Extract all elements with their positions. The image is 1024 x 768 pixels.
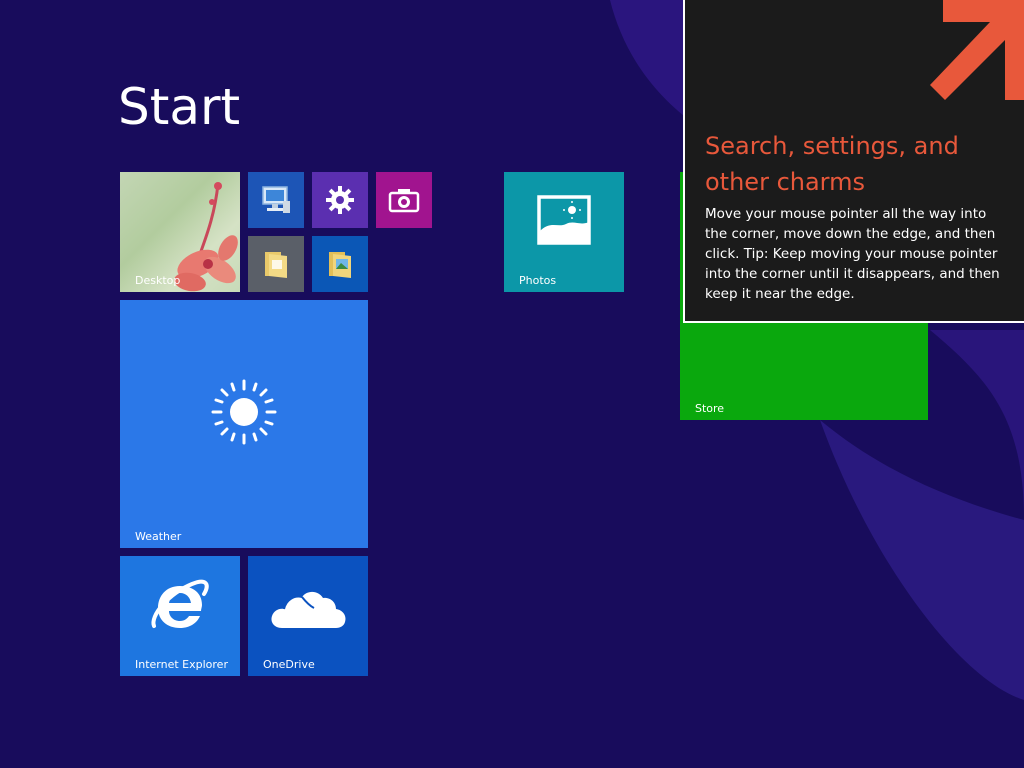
charms-tip-title: Search, settings, and other charms [705, 132, 959, 196]
photos-tile-label: Photos [519, 274, 557, 287]
this-pc-tile[interactable] [248, 172, 304, 228]
camera-icon [388, 189, 420, 213]
onedrive-tile-label: OneDrive [263, 658, 315, 671]
internet-explorer-tile-label: Internet Explorer [135, 658, 228, 671]
camera-tile[interactable] [376, 172, 432, 228]
charms-tip-popup: Search, settings, and other charms Move … [683, 0, 1024, 323]
pictures-folder-tile[interactable] [312, 236, 368, 292]
onedrive-tile[interactable]: OneDrive [248, 556, 368, 676]
page-title: Start [118, 77, 241, 136]
arrow-up-right-icon [930, 0, 1024, 100]
photo-icon [537, 195, 591, 245]
store-tile-label: Store [695, 402, 725, 415]
weather-tile-label: Weather [135, 530, 182, 543]
desktop-tile[interactable]: Desktop [120, 172, 240, 292]
sun-icon [211, 379, 277, 445]
charms-tip-body: Move your mouse pointer all the way into… [705, 206, 1000, 302]
internet-explorer-tile[interactable]: Internet Explorer [120, 556, 240, 676]
weather-tile[interactable]: Weather [120, 300, 368, 548]
photos-tile[interactable]: Photos [504, 172, 624, 292]
pc-settings-tile[interactable] [312, 172, 368, 228]
file-explorer-tile[interactable] [248, 236, 304, 292]
internet-explorer-icon [151, 579, 209, 628]
computer-icon [262, 186, 290, 213]
desktop-tile-label: Desktop [135, 274, 181, 287]
folder-icon [265, 252, 287, 278]
pictures-folder-icon [329, 252, 351, 278]
cloud-icon [271, 591, 346, 628]
gear-icon [326, 186, 354, 214]
